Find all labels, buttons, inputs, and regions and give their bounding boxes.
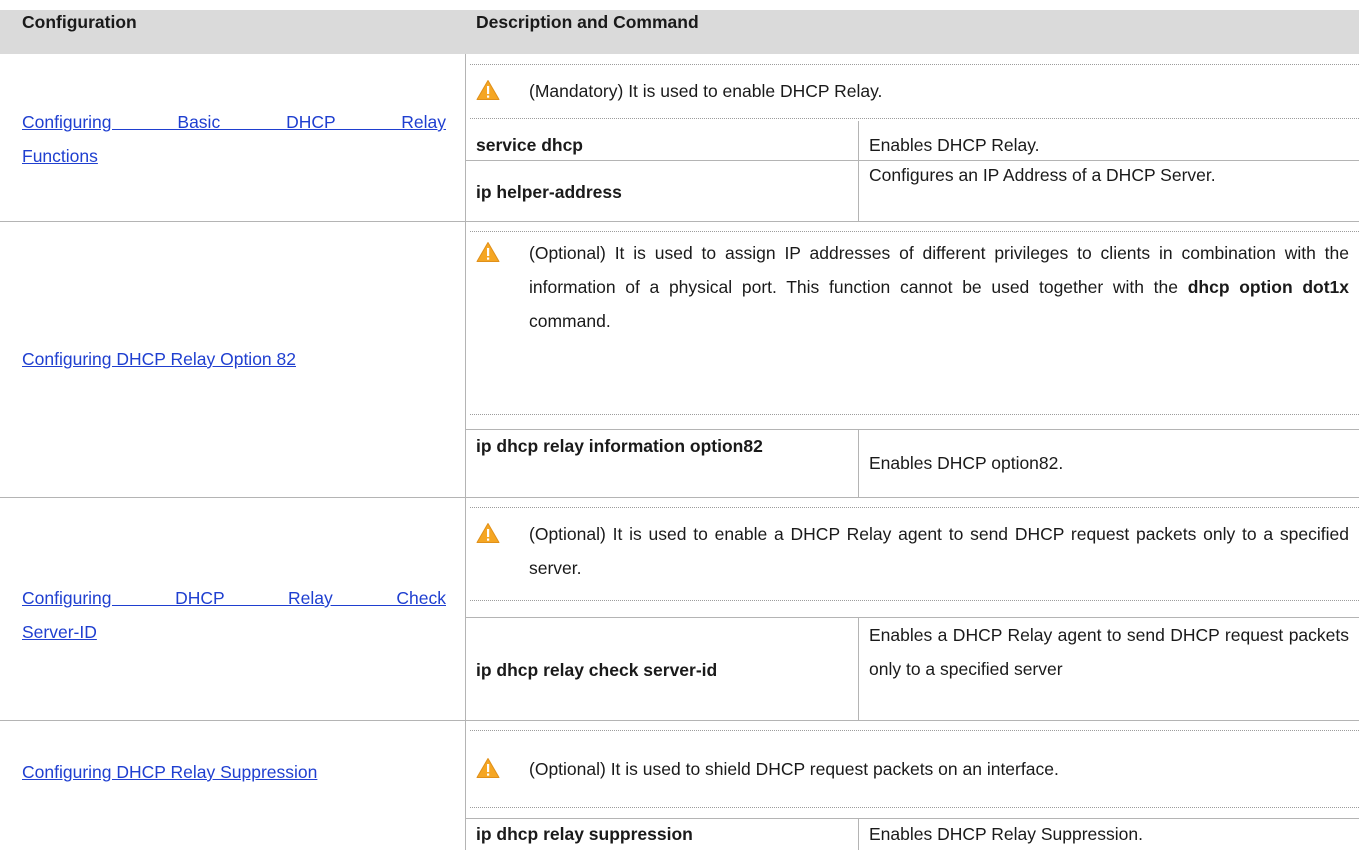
warning-triangle-icon	[476, 242, 500, 262]
note-border	[470, 807, 1359, 808]
note-border	[470, 414, 1359, 415]
warning-triangle-icon	[476, 523, 500, 543]
note-suppression: (Optional) It is used to shield DHCP req…	[529, 759, 1059, 779]
link-line: Server-ID	[22, 622, 97, 642]
row-separator	[0, 497, 1359, 498]
command-ip-helper-address: ip helper-address	[476, 182, 622, 202]
note-border	[470, 231, 1359, 232]
command-relay-information-option82: ip dhcp relay information option82	[476, 436, 763, 456]
note-command-dot1x: dhcp option dot1x	[1187, 277, 1349, 297]
note-mandatory: (Mandatory) It is used to enable DHCP Re…	[529, 81, 883, 101]
note-border	[470, 600, 1359, 601]
row-separator	[0, 221, 1359, 222]
note-border	[470, 64, 1359, 65]
inner-divider-1	[858, 121, 859, 221]
row-separator	[0, 720, 1359, 721]
description-service-dhcp: Enables DHCP Relay.	[869, 135, 1040, 155]
description-option82: Enables DHCP option82.	[869, 453, 1064, 473]
inner-divider-3	[858, 617, 859, 720]
description-ip-helper-address: Configures an IP Address of a DHCP Serve…	[869, 165, 1216, 185]
link-line: Configuring Basic DHCP Relay	[22, 112, 446, 132]
command-service-dhcp: service dhcp	[476, 135, 583, 155]
note-border	[470, 118, 1359, 119]
header-description-command: Description and Command	[476, 12, 699, 32]
note-check-server-id: (Optional) It is used to enable a DHCP R…	[529, 524, 1349, 578]
link-basic-relay-functions[interactable]: Configuring Basic DHCP Relay Functions	[22, 105, 446, 173]
description-check-server-id: Enables a DHCP Relay agent to send DHCP …	[869, 625, 1349, 679]
command-relay-suppression: ip dhcp relay suppression	[476, 824, 693, 844]
note-text: command.	[529, 311, 611, 331]
warning-triangle-icon	[476, 758, 500, 778]
command-check-server-id: ip dhcp relay check server-id	[476, 660, 718, 680]
warning-triangle-icon	[476, 80, 500, 100]
configuration-table: Configuration Description and Command Co…	[0, 0, 1359, 850]
link-relay-suppression[interactable]: Configuring DHCP Relay Suppression	[22, 755, 317, 789]
description-relay-suppression: Enables DHCP Relay Suppression.	[869, 824, 1143, 844]
note-border	[470, 730, 1359, 731]
link-relay-check-server-id[interactable]: Configuring DHCP Relay Check Server-ID	[22, 581, 446, 649]
link-line: Configuring DHCP Relay Check	[22, 588, 446, 608]
inner-divider-2	[858, 429, 859, 497]
note-border	[470, 507, 1359, 508]
inner-divider-4	[858, 818, 859, 850]
column-divider	[465, 54, 466, 850]
header-configuration: Configuration	[22, 12, 137, 32]
link-line: Functions	[22, 146, 98, 166]
note-option-82: (Optional) It is used to assign IP addre…	[529, 236, 1349, 338]
link-relay-option-82[interactable]: Configuring DHCP Relay Option 82	[22, 342, 296, 376]
